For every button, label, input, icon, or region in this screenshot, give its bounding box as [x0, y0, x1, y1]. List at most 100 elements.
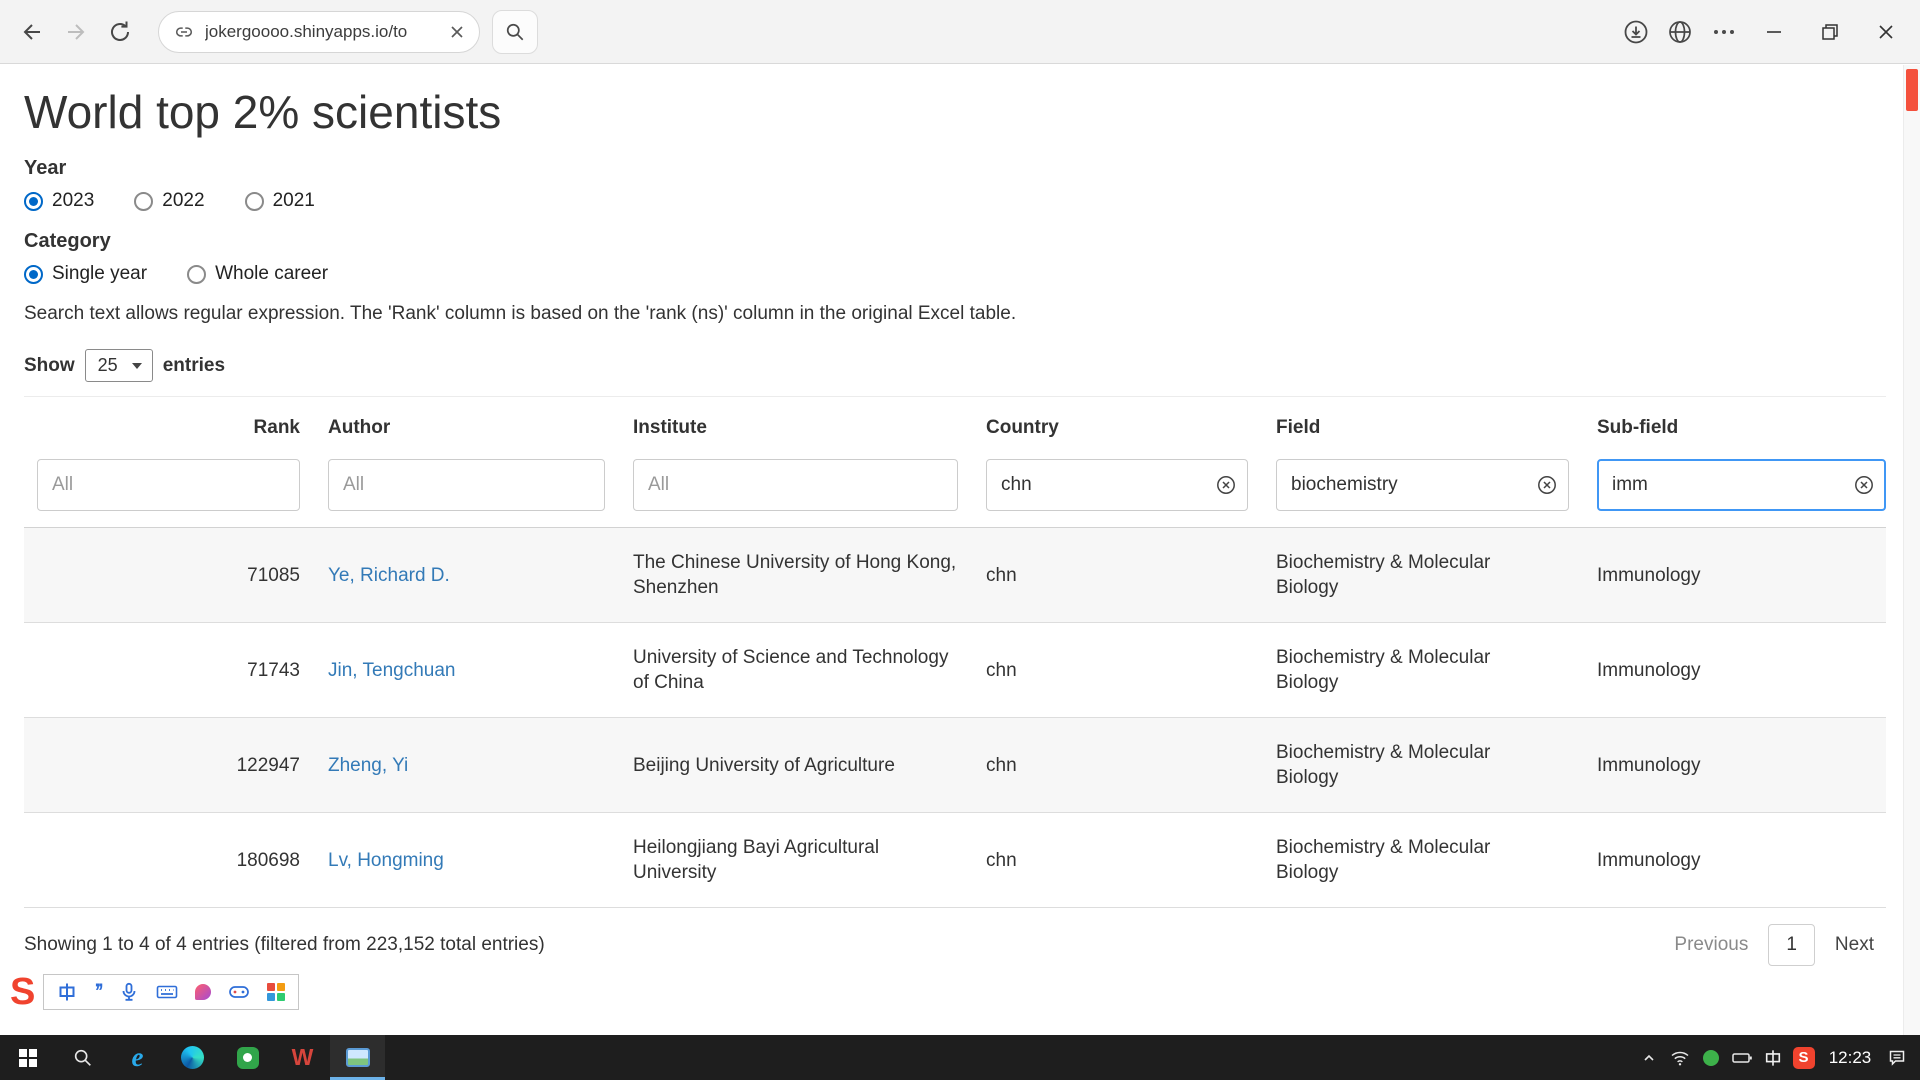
taskbar-wps-button[interactable]: W [275, 1035, 330, 1080]
author-link[interactable]: Jin, Tengchuan [328, 660, 455, 681]
rank-filter-input[interactable] [37, 459, 300, 511]
taskbar-screenshot-app-button[interactable] [330, 1035, 385, 1080]
edge-browser-icon [181, 1046, 204, 1069]
entries-select[interactable]: 25 [85, 349, 153, 382]
windows-logo-icon [19, 1049, 37, 1067]
taskbar-clock[interactable]: 12:23 [1819, 1048, 1881, 1068]
author-cell: Lv, Hongming [300, 813, 605, 908]
browser-globe-button[interactable] [1658, 10, 1702, 54]
chinese-mode-icon[interactable] [57, 982, 77, 1002]
clear-country-filter-button[interactable] [1216, 475, 1236, 495]
wifi-icon [1670, 1048, 1690, 1068]
column-header-country[interactable]: Country [958, 397, 1248, 454]
browser-menu-button[interactable] [1702, 10, 1746, 54]
table-filter-row [24, 453, 1886, 528]
downloads-button[interactable] [1614, 10, 1658, 54]
author-link[interactable]: Zheng, Yi [328, 755, 408, 776]
year-radio-2023[interactable]: 2023 [24, 190, 94, 212]
institute-filter-input[interactable] [633, 459, 958, 511]
input-language-button[interactable] [1757, 1035, 1788, 1080]
column-header-rank[interactable]: Rank [24, 397, 300, 454]
skin-brush-icon[interactable] [195, 984, 211, 1000]
year-radio-2021[interactable]: 2021 [245, 190, 315, 212]
punctuation-icon[interactable]: ’’ [94, 983, 101, 1001]
action-center-button[interactable] [1881, 1035, 1912, 1080]
previous-page-button[interactable]: Previous [1662, 924, 1760, 966]
ellipsis-icon [1714, 30, 1734, 34]
clear-field-filter-button[interactable] [1537, 475, 1557, 495]
wps-writer-icon: W [292, 1044, 314, 1071]
country-filter-input[interactable] [986, 459, 1248, 511]
page-scrollbar[interactable] [1903, 65, 1920, 1035]
page-1-button[interactable]: 1 [1768, 924, 1815, 966]
column-header-field[interactable]: Field [1248, 397, 1569, 454]
institute-cell: University of Science and Technology of … [605, 623, 958, 718]
address-search-button[interactable] [492, 10, 538, 54]
restore-button[interactable] [1802, 0, 1858, 63]
search-icon [503, 20, 527, 44]
subfield-filter-input[interactable] [1597, 459, 1886, 511]
subfield-cell: Immunology [1569, 718, 1886, 813]
author-link[interactable]: Lv, Hongming [328, 850, 444, 871]
category-radio-whole-career[interactable]: Whole career [187, 263, 328, 285]
radio-selected-icon [24, 265, 43, 284]
page-content: World top 2% scientists Year 2023 2022 2… [0, 65, 1920, 1035]
category-radio-single-year[interactable]: Single year [24, 263, 147, 285]
year-radio-2022[interactable]: 2022 [134, 190, 204, 212]
institute-cell: Beijing University of Agriculture [605, 718, 958, 813]
table-row: 71743 Jin, Tengchuan University of Scien… [24, 623, 1886, 718]
clear-subfield-filter-button[interactable] [1854, 475, 1874, 495]
rank-cell: 180698 [24, 813, 300, 908]
arrow-left-icon [18, 18, 46, 46]
forward-button[interactable] [54, 10, 98, 54]
entries-select-value: 25 [98, 355, 118, 376]
taskbar-green-app-button[interactable] [220, 1035, 275, 1080]
network-status-button[interactable] [1664, 1035, 1695, 1080]
next-page-button[interactable]: Next [1823, 924, 1886, 966]
sogou-toolbar-tray: ’’ [43, 974, 298, 1010]
field-cell: Biochemistry & Molecular Biology [1248, 528, 1569, 623]
toolbox-grid-icon[interactable] [267, 983, 285, 1001]
rank-cell: 122947 [24, 718, 300, 813]
country-cell: chn [958, 528, 1248, 623]
author-cell: Zheng, Yi [300, 718, 605, 813]
field-filter-input[interactable] [1276, 459, 1569, 511]
sogou-logo[interactable]: S [6, 972, 39, 1012]
battery-status-button[interactable] [1726, 1035, 1757, 1080]
voice-input-icon[interactable] [119, 982, 139, 1002]
close-button[interactable] [1858, 0, 1914, 63]
sogou-tray-button[interactable]: S [1788, 1035, 1819, 1080]
year-label: Year [24, 157, 1886, 180]
scrollbar-thumb[interactable] [1906, 69, 1918, 111]
taskbar-ie-button[interactable]: e [110, 1035, 165, 1080]
tray-green-app-button[interactable] [1695, 1035, 1726, 1080]
author-filter-input[interactable] [328, 459, 605, 511]
back-button[interactable] [10, 10, 54, 54]
taskbar-search-button[interactable] [55, 1035, 110, 1080]
table-row: 122947 Zheng, Yi Beijing University of A… [24, 718, 1886, 813]
help-text: Search text allows regular expression. T… [24, 303, 1886, 325]
institute-text: Heilongjiang Bayi Agricultural Universit… [633, 835, 958, 885]
field-text: Biochemistry & Molecular Biology [1276, 645, 1536, 695]
subfield-cell: Immunology [1569, 813, 1886, 908]
clear-url-button[interactable] [448, 23, 466, 41]
tray-expand-button[interactable] [1633, 1035, 1664, 1080]
emoji-game-icon[interactable] [228, 982, 250, 1002]
chevron-up-icon [1641, 1050, 1657, 1066]
author-link[interactable]: Ye, Richard D. [328, 565, 450, 586]
column-header-author[interactable]: Author [300, 397, 605, 454]
address-bar[interactable]: jokergoooo.shinyapps.io/to [158, 11, 480, 53]
category-label: Category [24, 230, 1886, 253]
start-button[interactable] [0, 1035, 55, 1080]
column-header-institute[interactable]: Institute [605, 397, 958, 454]
minimize-button[interactable] [1746, 0, 1802, 63]
refresh-button[interactable] [98, 10, 142, 54]
green-status-icon [1703, 1050, 1719, 1066]
taskbar-edge-button[interactable] [165, 1035, 220, 1080]
soft-keyboard-icon[interactable] [156, 982, 178, 1002]
results-table: Rank Author Institute Country Field Sub-… [24, 396, 1886, 908]
column-header-subfield[interactable]: Sub-field [1569, 397, 1886, 454]
search-icon [72, 1047, 94, 1069]
field-cell: Biochemistry & Molecular Biology [1248, 623, 1569, 718]
field-cell: Biochemistry & Molecular Biology [1248, 813, 1569, 908]
